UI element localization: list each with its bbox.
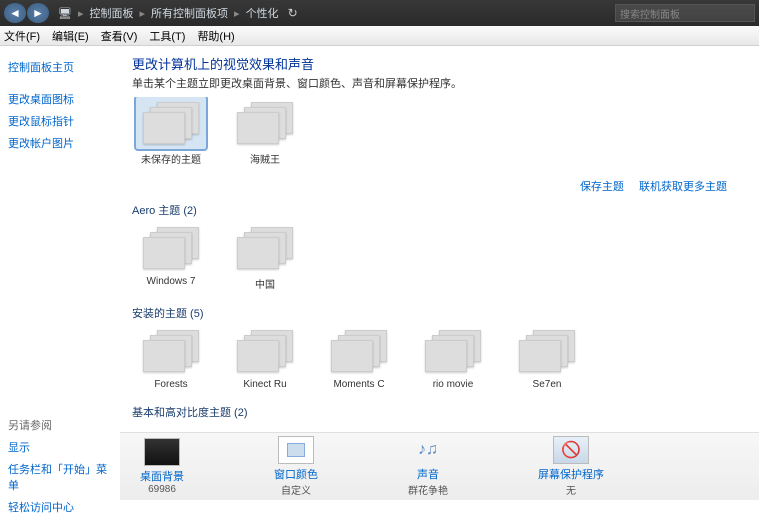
theme-china-label: 中国 (255, 276, 275, 291)
search-input[interactable]: 搜索控制面板 (615, 4, 755, 22)
theme-windows7[interactable]: Windows 7 (132, 222, 210, 291)
theme-forests-label: Forests (154, 379, 187, 390)
screensaver-button[interactable]: 🚫 屏幕保护程序 无 (538, 436, 604, 497)
breadcrumb[interactable]: 🖥 ▸ 控制面板 ▸ 所有控制面板项 ▸ 个性化 (55, 5, 282, 21)
theme-unsaved-label: 未保存的主题 (141, 151, 201, 166)
theme-moments-label: Moments C (333, 379, 384, 390)
titlebar: ◄ ► 🖥 ▸ 控制面板 ▸ 所有控制面板项 ▸ 个性化 ↻ 搜索控制面板 (0, 0, 759, 26)
sound-value: 群花争艳 (408, 482, 448, 497)
group-aero: Aero 主题 (2) (132, 196, 747, 222)
sidebar-home[interactable]: 控制面板主页 (8, 56, 112, 78)
search-placeholder: 搜索控制面板 (620, 6, 680, 21)
menubar: 文件(F) 编辑(E) 查看(V) 工具(T) 帮助(H) (0, 26, 759, 46)
sidebar-ease[interactable]: 轻松访问中心 (8, 496, 112, 518)
sidebar-desktop-icons[interactable]: 更改桌面图标 (8, 88, 112, 110)
sidebar-mouse-pointer[interactable]: 更改鼠标指针 (8, 110, 112, 132)
sidebar: 控制面板主页 更改桌面图标 更改鼠标指针 更改帐户图片 另请参阅 显示 任务栏和… (0, 46, 120, 500)
nav-forward-button[interactable]: ► (27, 3, 49, 23)
theme-se7en-label: Se7en (533, 379, 562, 390)
desktop-background-button[interactable]: 桌面背景 69986 (140, 438, 184, 495)
sidebar-see-also: 另请参阅 (8, 414, 112, 436)
crumb-1[interactable]: 所有控制面板项 (148, 5, 231, 21)
sound-label: 声音 (417, 466, 439, 482)
theme-rio-label: rio movie (433, 379, 474, 390)
theme-kinect-label: Kinect Ru (243, 379, 286, 390)
bg-label: 桌面背景 (140, 468, 184, 484)
theme-rio[interactable]: rio movie (414, 325, 492, 390)
theme-se7en[interactable]: Se7en (508, 325, 586, 390)
theme-kinect[interactable]: Kinect Ru (226, 325, 304, 390)
screensaver-icon: 🚫 (553, 436, 589, 464)
color-icon (278, 436, 314, 464)
refresh-icon[interactable]: ↻ (288, 6, 298, 20)
theme-windows7-label: Windows 7 (147, 276, 196, 287)
folder-icon: 🖥 (55, 7, 75, 20)
wallpaper-icon (144, 438, 180, 466)
more-themes-link[interactable]: 联机获取更多主题 (639, 181, 727, 193)
sidebar-taskbar[interactable]: 任务栏和「开始」菜单 (8, 458, 112, 496)
theme-forests[interactable]: Forests (132, 325, 210, 390)
settings-bar: 桌面背景 69986 窗口颜色 自定义 ♪♫ 声音 群花争艳 🚫 屏幕保护程序 … (120, 432, 759, 500)
sidebar-account-pic[interactable]: 更改帐户图片 (8, 132, 112, 154)
theme-onepiece[interactable]: 海贼王 (226, 97, 304, 166)
crumb-0[interactable]: 控制面板 (87, 5, 137, 21)
sidebar-display[interactable]: 显示 (8, 436, 112, 458)
group-basic: 基本和高对比度主题 (2) (132, 398, 747, 424)
main-panel: 更改计算机上的视觉效果和声音 单击某个主题立即更改桌面背景、窗口颜色、声音和屏幕… (120, 46, 759, 500)
color-value: 自定义 (281, 482, 311, 497)
menu-file[interactable]: 文件(F) (4, 28, 40, 44)
saver-label: 屏幕保护程序 (538, 466, 604, 482)
group-installed: 安装的主题 (5) (132, 299, 747, 325)
menu-help[interactable]: 帮助(H) (197, 28, 234, 44)
theme-classic[interactable]: Windows 经典 (226, 424, 304, 432)
theme-china[interactable]: 中国 (226, 222, 304, 291)
theme-unsaved[interactable]: 未保存的主题 (132, 97, 210, 166)
page-title: 更改计算机上的视觉效果和声音 (120, 46, 759, 75)
save-theme-link[interactable]: 保存主题 (580, 181, 624, 193)
window-color-button[interactable]: 窗口颜色 自定义 (274, 436, 318, 497)
menu-edit[interactable]: 编辑(E) (52, 28, 89, 44)
theme-moments[interactable]: Moments C (320, 325, 398, 390)
bg-value: 69986 (148, 484, 176, 495)
page-subtitle: 单击某个主题立即更改桌面背景、窗口颜色、声音和屏幕保护程序。 (120, 75, 759, 97)
theme-onepiece-label: 海贼王 (250, 151, 280, 166)
crumb-2[interactable]: 个性化 (243, 5, 282, 21)
theme-win7basic[interactable]: Windows 7 Basic (132, 424, 210, 432)
nav-back-button[interactable]: ◄ (4, 3, 26, 23)
color-label: 窗口颜色 (274, 466, 318, 482)
menu-view[interactable]: 查看(V) (101, 28, 138, 44)
menu-tools[interactable]: 工具(T) (149, 28, 185, 44)
action-links: 保存主题 联机获取更多主题 (132, 174, 747, 196)
sound-icon: ♪♫ (410, 436, 446, 464)
sound-button[interactable]: ♪♫ 声音 群花争艳 (408, 436, 448, 497)
saver-value: 无 (566, 482, 576, 497)
